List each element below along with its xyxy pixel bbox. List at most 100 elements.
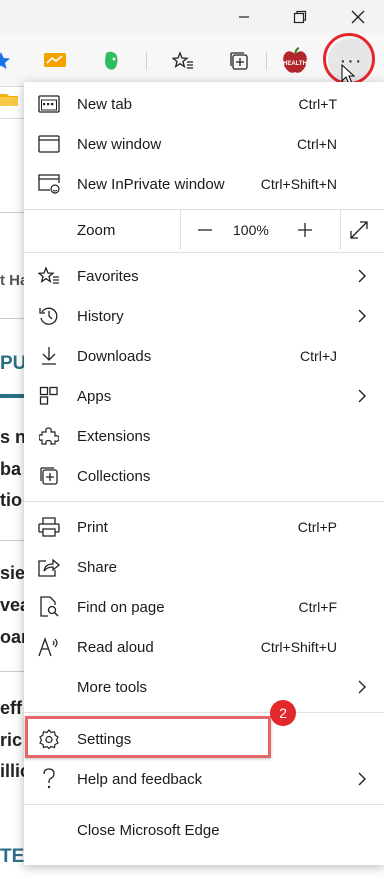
- bookmark-bar-border: [0, 118, 24, 119]
- menu-item-zoom: Zoom 100%: [24, 210, 384, 250]
- menu-item-more-tools[interactable]: More tools: [24, 667, 384, 707]
- extension-orange-icon[interactable]: [42, 48, 68, 74]
- page-accent-bar: [0, 394, 24, 398]
- menu-separator: [24, 804, 384, 805]
- printer-icon: [38, 517, 60, 537]
- page-divider: [0, 540, 24, 541]
- menu-item-label: Read aloud: [77, 639, 154, 656]
- chevron-right-icon: [358, 772, 366, 786]
- page-fragment: ba: [0, 459, 22, 479]
- page-fragment: sie: [0, 563, 26, 583]
- read-aloud-icon: [38, 637, 60, 657]
- menu-item-label: Favorites: [77, 268, 139, 285]
- menu-separator: [24, 252, 384, 253]
- menu-shortcut: Ctrl+Shift+N: [260, 176, 337, 192]
- menu-item-label: Find on page: [77, 599, 165, 616]
- minimize-button[interactable]: [222, 0, 266, 34]
- menu-shortcut: Ctrl+F: [298, 599, 338, 615]
- menu-item-favorites[interactable]: Favorites: [24, 256, 384, 296]
- menu-item-print[interactable]: Print Ctrl+P: [24, 507, 384, 547]
- page-divider: [0, 318, 24, 319]
- restore-button[interactable]: [278, 0, 322, 34]
- favorites-icon: [38, 266, 60, 286]
- menu-shortcut: Ctrl+Shift+U: [260, 639, 337, 655]
- menu-item-downloads[interactable]: Downloads Ctrl+J: [24, 336, 384, 376]
- menu-item-new-tab[interactable]: New tab Ctrl+T: [24, 84, 384, 124]
- find-icon: [38, 596, 60, 617]
- new-tab-icon: [38, 94, 60, 114]
- zoom-out-button[interactable]: [195, 220, 215, 240]
- annotation-badge-2: 2: [270, 700, 296, 726]
- menu-item-label: Collections: [77, 468, 151, 485]
- menu-item-label: New tab: [77, 96, 133, 113]
- health-label: HEALTH: [283, 61, 307, 67]
- close-window-button[interactable]: [336, 0, 380, 34]
- download-icon: [38, 346, 60, 366]
- restore-icon: [293, 10, 307, 24]
- apps-icon: [38, 386, 60, 406]
- menu-item-label: More tools: [77, 679, 148, 696]
- puzzle-icon: [38, 426, 60, 446]
- menu-shortcut: Ctrl+N: [296, 136, 337, 152]
- chevron-right-icon: [358, 269, 366, 283]
- page-fragment: eff: [0, 698, 22, 718]
- chevron-right-icon: [358, 309, 366, 323]
- menu-item-close-edge[interactable]: Close Microsoft Edge: [24, 810, 384, 850]
- menu-item-label: Help and feedback: [77, 771, 203, 788]
- menu-item-label: Downloads: [77, 348, 152, 365]
- page-fragment: PU: [0, 353, 27, 374]
- page-fragment: ric: [0, 730, 23, 750]
- health-extension-icon[interactable]: HEALTH: [280, 46, 310, 76]
- menu-item-history[interactable]: History: [24, 296, 384, 336]
- zoom-divider: [340, 210, 341, 250]
- minimize-icon: [239, 16, 249, 18]
- menu-item-label: Extensions: [77, 428, 151, 445]
- expand-icon: [350, 221, 368, 239]
- title-bar: [0, 0, 384, 34]
- page-divider: [0, 671, 24, 672]
- menu-item-new-inprivate-window[interactable]: New InPrivate window Ctrl+Shift+N: [24, 164, 384, 204]
- menu-item-read-aloud[interactable]: Read aloud Ctrl+Shift+U: [24, 627, 384, 667]
- menu-shortcut: Ctrl+T: [298, 96, 338, 112]
- evernote-icon[interactable]: [98, 48, 124, 74]
- menu-item-extensions[interactable]: Extensions: [24, 416, 384, 456]
- menu-separator: [24, 712, 384, 713]
- collections-toolbar-icon[interactable]: [226, 48, 252, 74]
- chevron-right-icon: [358, 389, 366, 403]
- menu-item-label: History: [77, 308, 124, 325]
- plus-icon: [298, 223, 312, 237]
- menu-item-new-window[interactable]: New window Ctrl+N: [24, 124, 384, 164]
- new-window-icon: [38, 134, 60, 154]
- zoom-in-button[interactable]: [295, 220, 315, 240]
- menu-separator: [24, 501, 384, 502]
- close-icon: [351, 10, 365, 24]
- zoom-divider: [180, 210, 181, 250]
- menu-shortcut: Ctrl+P: [297, 519, 337, 535]
- settings-highlight-box: [25, 716, 271, 758]
- share-icon: [38, 557, 60, 577]
- page-fragment: tio: [0, 490, 22, 510]
- folder-icon: [0, 94, 18, 106]
- inprivate-icon: [38, 174, 60, 194]
- zoom-label: Zoom: [77, 222, 116, 239]
- chevron-right-icon: [358, 680, 366, 694]
- question-icon: [38, 768, 60, 789]
- menu-item-help-and-feedback[interactable]: Help and feedback: [24, 759, 384, 799]
- menu-item-label: New InPrivate window: [77, 176, 225, 193]
- menu-item-label: Close Microsoft Edge: [77, 822, 220, 839]
- menu-item-label: Apps: [77, 388, 112, 405]
- menu-item-label: New window: [77, 136, 162, 153]
- full-screen-button[interactable]: [349, 220, 369, 240]
- minus-icon: [198, 229, 212, 231]
- menu-item-collections[interactable]: Collections: [24, 456, 384, 496]
- menu-shortcut: Ctrl+J: [300, 348, 337, 364]
- menu-item-find-on-page[interactable]: Find on page Ctrl+F: [24, 587, 384, 627]
- favorites-list-icon[interactable]: [170, 48, 196, 74]
- toolbar-divider: [266, 52, 267, 70]
- menu-item-apps[interactable]: Apps: [24, 376, 384, 416]
- toolbar-divider: [146, 52, 147, 70]
- collections-icon: [38, 466, 60, 486]
- page-divider: [0, 212, 24, 213]
- favorite-star-icon[interactable]: [0, 48, 14, 74]
- menu-item-share[interactable]: Share: [24, 547, 384, 587]
